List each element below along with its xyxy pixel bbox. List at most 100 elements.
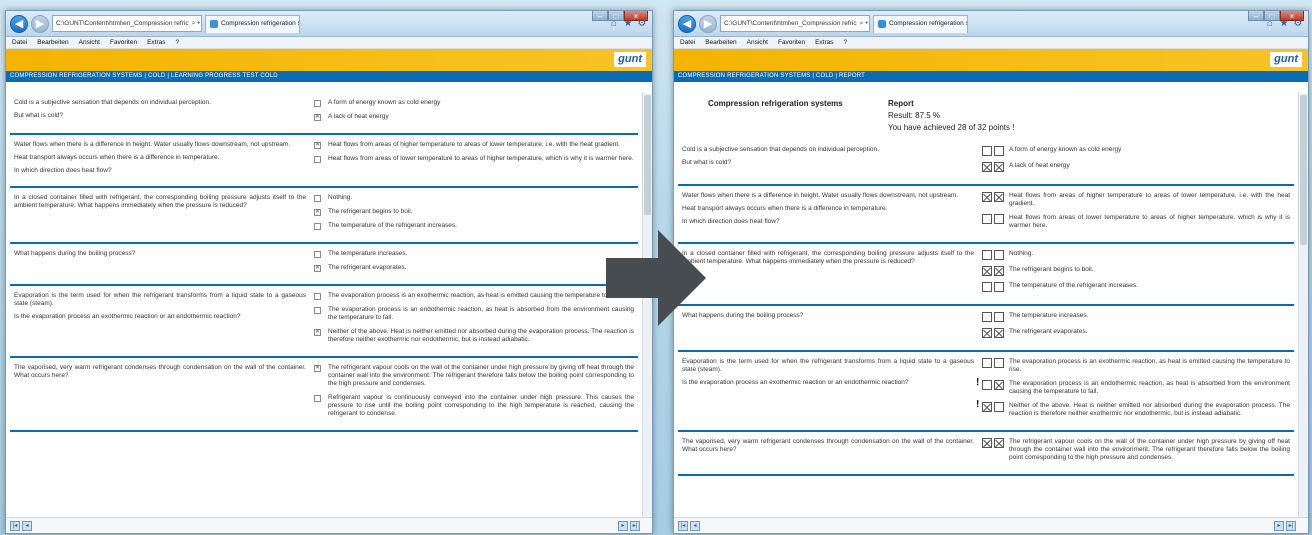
answer-comparison-boxes [982, 328, 1004, 338]
maximize-button[interactable]: □ [1264, 11, 1280, 21]
question-block: Cold is a subjective sensation that depe… [10, 93, 638, 135]
prev-page-button[interactable]: ◂ [690, 521, 700, 531]
report-answer: The temperature increases. [982, 312, 1290, 322]
report-answer: The refrigerant evaporates. [982, 328, 1290, 338]
address-bar[interactable]: C:\GUNT\Content\html\en_Compression refr… [52, 15, 202, 32]
answer-label: The temperature increases. [1009, 312, 1089, 319]
answer-label: Nothing. [1009, 250, 1034, 257]
first-page-button[interactable]: |◂ [10, 521, 20, 531]
report-question-block: What happens during the boiling process?… [678, 306, 1294, 352]
menu-datei[interactable]: Datei [12, 39, 27, 46]
answer-option[interactable]: ✕ The refrigerant begins to boil. [314, 208, 634, 216]
menu-favoriten[interactable]: Favoriten [778, 39, 805, 46]
question-paragraph: Is the evaporation process an exothermic… [682, 379, 909, 386]
answer-option[interactable]: ✕ A lack of heat energy [314, 113, 634, 121]
question-paragraph: Water flows when there is a difference i… [682, 192, 959, 199]
answer-checkbox[interactable] [314, 195, 321, 202]
answer-option[interactable]: ✕ The refrigerant evaporates. [314, 264, 634, 272]
back-button[interactable]: ◀ [10, 14, 28, 33]
menu-ansicht[interactable]: Ansicht [747, 39, 768, 46]
given-answer-box [982, 380, 992, 390]
answer-label: The temperature of the refrigerant incre… [1009, 282, 1138, 289]
answer-checkbox[interactable] [314, 293, 321, 300]
report-title: Compression refrigeration systems [708, 99, 843, 108]
menu-bar: Datei Bearbeiten Ansicht Favoriten Extra… [6, 37, 652, 49]
answer-checkbox[interactable] [314, 100, 321, 107]
answer-comparison-boxes [982, 266, 1004, 276]
back-button[interactable]: ◀ [678, 14, 696, 33]
answer-label: Refrigerant vapour is continuously conve… [328, 394, 634, 417]
answer-label: A form of energy known as cold energy [328, 99, 441, 106]
answer-checkbox[interactable]: ✕ [314, 142, 321, 149]
question-paragraph: In which direction does heat flow? [14, 167, 112, 174]
minimize-button[interactable]: – [1248, 11, 1264, 21]
answer-checkbox[interactable]: ✕ [314, 209, 321, 216]
answer-label: A lack of heat energy [1009, 162, 1070, 169]
address-actions-icons[interactable]: ⌕ • C ✕ [860, 16, 869, 31]
close-window-button[interactable]: ✕ [624, 11, 648, 21]
report-answer: Heat flows from areas of lower temperatu… [982, 214, 1290, 230]
menu-help[interactable]: ? [844, 39, 848, 46]
menu-ansicht[interactable]: Ansicht [79, 39, 100, 46]
scrollbar-thumb[interactable] [1300, 95, 1307, 245]
answer-option[interactable]: The evaporation process is an exothermic… [314, 292, 634, 300]
answer-checkbox[interactable] [314, 156, 321, 163]
answer-option[interactable]: ✕ Heat flows from areas of higher tempera… [314, 141, 634, 149]
answer-option[interactable]: The temperature increases. [314, 250, 634, 258]
answer-checkbox[interactable] [314, 395, 321, 402]
close-window-button[interactable]: ✕ [1280, 11, 1304, 21]
menu-extras[interactable]: Extras [147, 39, 165, 46]
answer-option[interactable]: Nothing. [314, 194, 634, 202]
menu-favoriten[interactable]: Favoriten [110, 39, 137, 46]
last-page-button[interactable]: ▸| [1286, 521, 1296, 531]
answer-option[interactable]: Heat flows from areas of lower temperatu… [314, 155, 634, 163]
answer-checkbox[interactable]: ✕ [314, 329, 321, 336]
given-answer-box [982, 402, 992, 412]
question-paragraph: In a closed container filled with refrig… [14, 194, 306, 209]
answer-label: Heat flows from areas of higher temperat… [1009, 192, 1290, 207]
prev-page-button[interactable]: ◂ [22, 521, 32, 531]
answer-option[interactable]: The evaporation process is an endothermi… [314, 306, 634, 322]
menu-bearbeiten[interactable]: Bearbeiten [37, 39, 68, 46]
answer-checkbox[interactable]: ✕ [314, 365, 321, 372]
answer-option[interactable]: Refrigerant vapour is continuously conve… [314, 394, 634, 418]
page-navigation-bar: |◂ ◂ ▸ ▸| [6, 517, 652, 533]
minimize-button[interactable]: – [592, 11, 608, 21]
answer-option[interactable]: ✕ The refrigerant vapour cools on the wal… [314, 364, 634, 388]
question-text: Evaporation is the term used for when th… [14, 292, 314, 350]
forward-button[interactable]: ▶ [699, 14, 717, 33]
answer-list: Nothing. The refrigerant begins to boil. T… [982, 250, 1290, 298]
question-paragraph: The vaporised, very warm refrigerant con… [14, 364, 306, 379]
address-actions-icons[interactable]: ⌕ • C ✕ [192, 16, 201, 31]
menu-extras[interactable]: Extras [815, 39, 833, 46]
answer-comparison-boxes [982, 146, 1004, 156]
last-page-button[interactable]: ▸| [630, 521, 640, 531]
menu-datei[interactable]: Datei [680, 39, 695, 46]
answer-option[interactable]: A form of energy known as cold energy [314, 99, 634, 107]
question-paragraph: Heat transport always occurs when there … [682, 205, 888, 212]
browser-window-test: ◀ ▶ C:\GUNT\Content\html\en_Compression … [5, 10, 653, 534]
answer-label: Heat flows from areas of lower temperatu… [1009, 214, 1290, 229]
answer-checkbox[interactable] [314, 223, 321, 230]
browser-tab[interactable]: Compression refrigeration s... × [873, 14, 968, 33]
scrollbar[interactable] [1298, 93, 1308, 517]
answer-checkbox[interactable] [314, 251, 321, 258]
answer-checkbox[interactable]: ✕ [314, 114, 321, 121]
quiz-content: Cold is a subjective sensation that depe… [6, 93, 642, 517]
answer-checkbox[interactable]: ✕ [314, 265, 321, 272]
menu-help[interactable]: ? [176, 39, 180, 46]
answer-checkbox[interactable] [314, 307, 321, 314]
next-page-button[interactable]: ▸ [618, 521, 628, 531]
menu-bearbeiten[interactable]: Bearbeiten [705, 39, 736, 46]
maximize-button[interactable]: □ [608, 11, 624, 21]
first-page-button[interactable]: |◂ [678, 521, 688, 531]
scrollbar-thumb[interactable] [644, 95, 651, 215]
answer-option[interactable]: ✕ Neither of the above. Heat is neither e… [314, 328, 634, 344]
forward-button[interactable]: ▶ [31, 14, 49, 33]
next-page-button[interactable]: ▸ [1274, 521, 1284, 531]
question-text: Cold is a subjective sensation that depe… [14, 99, 314, 127]
answer-option[interactable]: The temperature of the refrigerant incre… [314, 222, 634, 230]
browser-tab[interactable]: Compression refrigeration s... × [205, 14, 300, 33]
address-bar[interactable]: C:\GUNT\Content\html\en_Compression refr… [720, 15, 870, 32]
question-block: In a closed container filled with refrig… [10, 188, 638, 244]
